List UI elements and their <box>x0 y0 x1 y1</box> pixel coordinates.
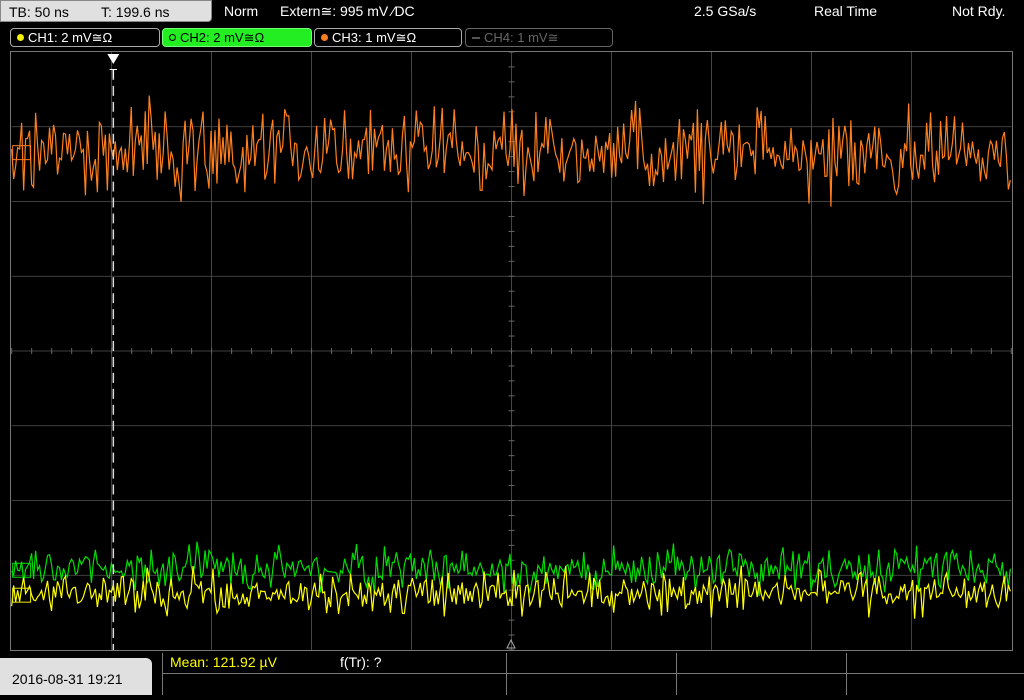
channel-4-button[interactable]: CH4: 1 mV≅ <box>465 28 613 47</box>
mean-measurement[interactable]: Mean: 121.92 µV <box>170 655 277 673</box>
divider <box>506 653 507 695</box>
status-bar: TB: 50 ns T: 199.6 ns Norm Extern≅: 995 … <box>0 0 1024 24</box>
channel-bar: CH1: 2 mV≅Ω CH2: 2 mV≅Ω CH3: 1 mV≅Ω CH4:… <box>0 26 1024 50</box>
run-state: Not Rdy. <box>952 3 1006 19</box>
channel-2-button[interactable]: CH2: 2 mV≅Ω <box>162 28 312 47</box>
channel-3-label: CH3: 1 mV≅Ω <box>332 30 417 45</box>
channel-2-dot-icon <box>169 34 176 41</box>
acquisition-mode[interactable]: Real Time <box>814 0 877 22</box>
divider <box>162 653 163 695</box>
timebase-label: TB: 50 ns <box>9 4 69 20</box>
trigger-source[interactable]: Extern≅: 995 mV ⁄DC <box>280 0 415 22</box>
timebase-box[interactable]: TB: 50 ns T: 199.6 ns <box>0 0 212 22</box>
divider <box>846 653 847 695</box>
channel-2-label: CH2: 2 mV≅Ω <box>180 30 265 45</box>
channel-4-dash-icon <box>472 37 480 39</box>
channel-4-label: CH4: 1 mV≅ <box>484 30 559 45</box>
channel-2-trace <box>11 541 1011 597</box>
datetime-box: 2016-08-31 19:21 <box>0 658 152 695</box>
channel-1-label: CH1: 2 mV≅Ω <box>28 30 113 45</box>
measurement-bar <box>0 653 1024 695</box>
center-marker-icon <box>506 638 516 649</box>
channel-1-dot-icon <box>17 34 24 41</box>
divider <box>676 653 677 695</box>
channel-3-dot-icon <box>321 34 328 41</box>
waveform-display[interactable]: T <box>10 51 1013 651</box>
trigger-time-label: T: 199.6 ns <box>101 4 170 20</box>
trigger-mode[interactable]: Norm <box>224 0 258 22</box>
channel-1-button[interactable]: CH1: 2 mV≅Ω <box>10 28 160 47</box>
sample-rate[interactable]: 2.5 GSa/s <box>694 0 756 22</box>
channel-3-button[interactable]: CH3: 1 mV≅Ω <box>314 28 462 47</box>
trigger-marker-icon[interactable] <box>107 53 120 64</box>
divider <box>162 673 1024 674</box>
channel-3-ground-icon[interactable] <box>12 145 32 161</box>
trigger-t-icon: T <box>109 66 117 81</box>
frequency-measurement[interactable]: f(Tr): ? <box>340 655 381 673</box>
